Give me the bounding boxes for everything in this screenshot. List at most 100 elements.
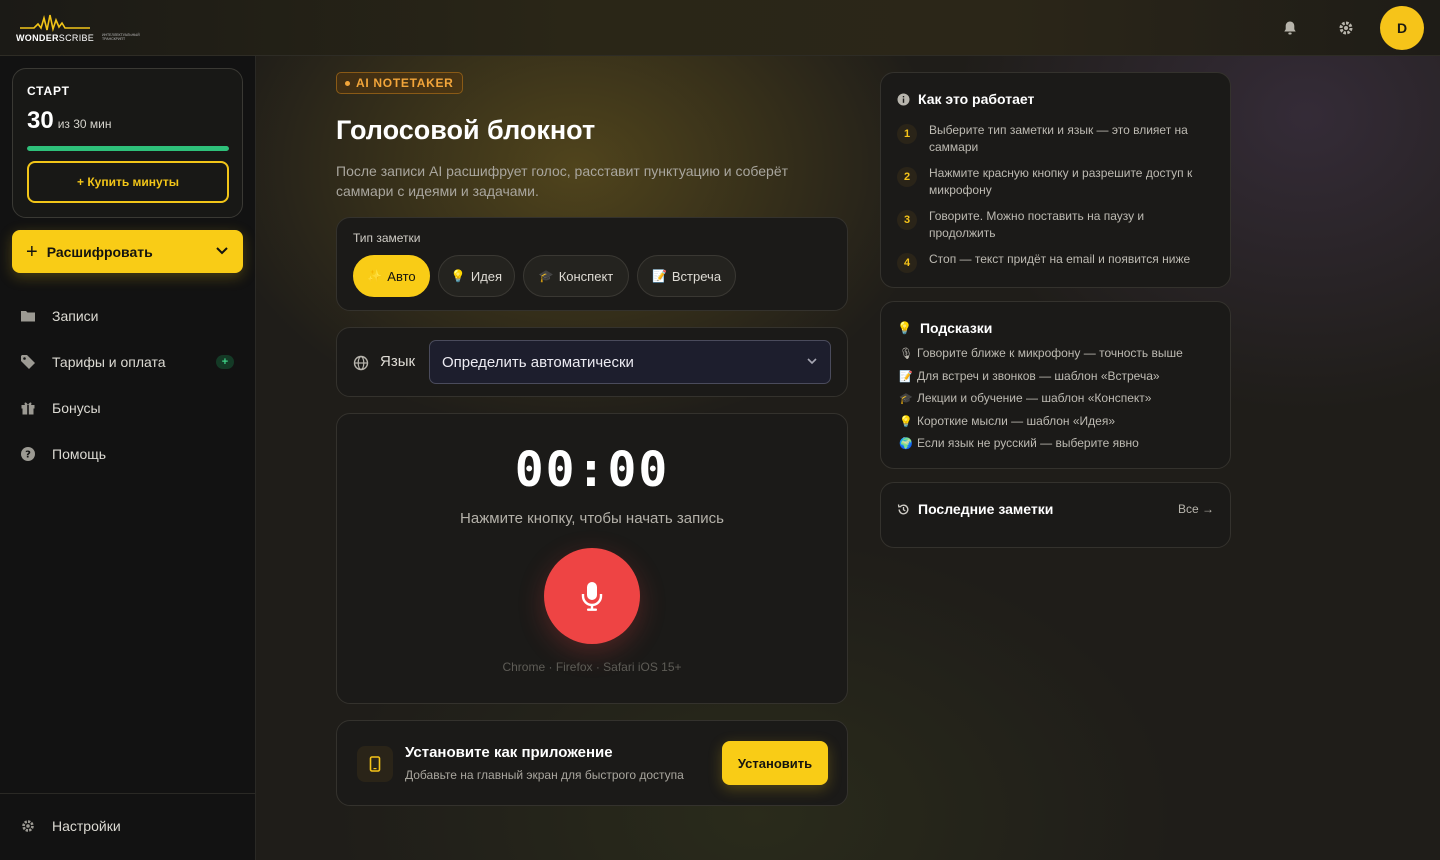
tag-icon xyxy=(20,354,40,370)
plan-name: СТАРТ xyxy=(27,84,70,98)
step-text: Стоп — текст придёт на email и появится … xyxy=(929,252,1191,266)
step-number: 3 xyxy=(897,210,917,230)
page-title: Голосовой блокнот xyxy=(336,115,596,145)
step-text: Нажмите красную кнопку и разрешите досту… xyxy=(929,166,1193,197)
view-all-link[interactable]: Все → xyxy=(1178,502,1214,516)
step-number: 2 xyxy=(897,167,917,187)
install-title: Установите как приложение xyxy=(405,744,613,761)
note-type-auto[interactable]: ✨ Авто xyxy=(353,255,430,297)
plan-progress-bar xyxy=(27,146,229,151)
logo-wave-icon xyxy=(20,14,90,32)
sidebar-footer: Настройки xyxy=(0,793,256,860)
transcribe-label: Расшифровать xyxy=(46,243,153,260)
tips-title-text: Подсказки xyxy=(919,320,993,336)
top-bar: WONDERSCRIBE ИНТЕЛЛЕКТУАЛЬНЫЙ ТРАНСКРИПТ… xyxy=(0,0,1440,56)
memo-icon: 📝 xyxy=(899,370,913,383)
globe-icon xyxy=(353,355,369,376)
note-type-summary[interactable]: 🎓 Конспект xyxy=(523,255,629,297)
note-type-idea[interactable]: 💡 Идея xyxy=(438,255,515,297)
globe-icon: 🌍 xyxy=(899,437,913,450)
how-it-works-title: Как это работает xyxy=(897,91,1034,107)
step-item: 3 Говорите. Можно поставить на паузу и п… xyxy=(897,208,1217,242)
info-icon xyxy=(897,93,910,105)
gear-icon xyxy=(20,818,40,834)
tip-text: Говорите ближе к микрофону — точность вы… xyxy=(917,346,1183,360)
chip-label: Идея xyxy=(470,268,503,284)
tip-item: 🎙 Говорите ближе к микрофону — точность в… xyxy=(899,346,1183,360)
logo-tagline: ИНТЕЛЛЕКТУАЛЬНЫЙ ТРАНСКРИПТ xyxy=(102,33,140,41)
sidebar-item-label: Помощь xyxy=(52,446,107,462)
recording-hint: Нажмите кнопку, чтобы начать запись xyxy=(460,510,724,527)
record-button[interactable] xyxy=(544,548,640,644)
language-card: Язык Определить автоматически xyxy=(336,327,848,397)
tips-card: 💡 Подсказки 🎙 Говорите ближе к микрофону … xyxy=(880,301,1231,469)
lightbulb-icon: 💡 xyxy=(897,321,912,335)
gear-icon[interactable] xyxy=(1335,17,1357,39)
sidebar-item-settings[interactable]: Настройки xyxy=(20,814,240,838)
sidebar-item-label: Записи xyxy=(52,308,99,324)
microphone-icon: 🎙 xyxy=(899,347,913,360)
plan-total-minutes: из 30 мин xyxy=(57,117,112,131)
step-item: 4 Стоп — текст придёт на email и появитс… xyxy=(897,251,1217,273)
recent-notes-title-text: Последние заметки xyxy=(918,501,1054,517)
sparkles-icon: ✨ xyxy=(367,269,383,283)
memo-icon: 📝 xyxy=(651,269,667,283)
tip-item: 🎓 Лекции и обучение — шаблон «Конспект» xyxy=(899,391,1151,405)
note-type-card: Тип заметки ✨ Авто 💡 Идея 🎓 Конспект 📝 В… xyxy=(336,217,848,311)
sidebar-item-label: Бонусы xyxy=(52,400,101,416)
bell-icon[interactable] xyxy=(1279,17,1301,39)
history-icon xyxy=(897,503,909,514)
plan-progress-fill xyxy=(27,146,229,151)
sidebar: СТАРТ 30 из 30 мин + Купить минуты + Расш… xyxy=(0,56,256,860)
pill-label: AI NOTETAKER xyxy=(356,76,454,90)
note-type-meeting[interactable]: 📝 Встреча xyxy=(637,255,736,297)
language-select[interactable]: Определить автоматически xyxy=(429,340,831,384)
plan-card: СТАРТ 30 из 30 мин + Купить минуты xyxy=(12,68,243,218)
sidebar-item-label: Настройки xyxy=(52,818,121,834)
plan-minutes: 30 из 30 мин xyxy=(27,107,112,135)
wonderscribe-logo[interactable]: WONDERSCRIBE ИНТЕЛЛЕКТУАЛЬНЫЙ ТРАНСКРИПТ xyxy=(16,12,156,46)
sidebar-item-pricing[interactable]: Тарифы и оплата + xyxy=(20,350,240,374)
install-app-card: Установите как приложение Добавьте на гл… xyxy=(336,720,848,806)
sidebar-item-bonuses[interactable]: Бонусы xyxy=(20,396,240,420)
install-subtitle: Добавьте на главный экран для быстрого д… xyxy=(405,768,684,782)
install-button[interactable]: Установить xyxy=(722,741,828,785)
chevron-down-icon xyxy=(806,354,818,371)
step-text: Говорите. Можно поставить на паузу и про… xyxy=(929,209,1145,240)
transcribe-button[interactable]: + Расшифровать xyxy=(12,230,243,273)
tip-text: Лекции и обучение — шаблон «Конспект» xyxy=(917,391,1152,405)
step-item: 2 Нажмите красную кнопку и разрешите дос… xyxy=(897,165,1217,199)
logo-wordmark: WONDERSCRIBE xyxy=(16,33,95,43)
recorder-card: 00:00 Нажмите кнопку, чтобы начать запис… xyxy=(336,413,848,704)
supported-browsers: Chrome · Firefox · Safari iOS 15+ xyxy=(502,660,682,674)
gift-icon xyxy=(20,400,40,416)
chip-label: Авто xyxy=(387,268,416,284)
chip-label: Встреча xyxy=(671,268,722,284)
help-icon: ? xyxy=(20,446,40,462)
step-item: 1 Выберите тип заметки и язык — это влия… xyxy=(897,122,1217,156)
tip-text: Короткие мысли — шаблон «Идея» xyxy=(917,414,1116,428)
plan-used-minutes: 30 xyxy=(27,107,54,134)
sidebar-item-help[interactable]: ? Помощь xyxy=(20,442,240,466)
graduation-cap-icon: 🎓 xyxy=(538,269,554,283)
plus-icon: + xyxy=(26,240,38,263)
folder-icon xyxy=(20,309,40,323)
language-selected-value: Определить автоматически xyxy=(442,353,634,371)
svg-text:?: ? xyxy=(25,450,31,461)
recent-notes-title: Последние заметки xyxy=(897,501,1053,517)
buy-minutes-button[interactable]: + Купить минуты xyxy=(27,161,229,203)
user-avatar[interactable]: D xyxy=(1380,6,1424,50)
page-description: После записи AI расшифрует голос, расста… xyxy=(336,163,789,199)
ai-notetaker-pill: AI NOTETAKER xyxy=(336,72,463,94)
pill-dot-icon xyxy=(345,80,350,86)
tip-text: Для встреч и звонков — шаблон «Встреча» xyxy=(917,369,1160,383)
phone-icon xyxy=(357,746,393,782)
note-type-label: Тип заметки xyxy=(353,231,421,245)
chevron-down-icon xyxy=(215,243,229,260)
recent-notes-card: Последние заметки Все → xyxy=(880,482,1231,548)
tip-item: 📝 Для встреч и звонков — шаблон «Встреча» xyxy=(899,369,1160,383)
sidebar-item-records[interactable]: Записи xyxy=(20,304,240,328)
language-label: Язык xyxy=(380,353,416,370)
step-number: 4 xyxy=(897,253,917,273)
step-number: 1 xyxy=(897,124,917,144)
